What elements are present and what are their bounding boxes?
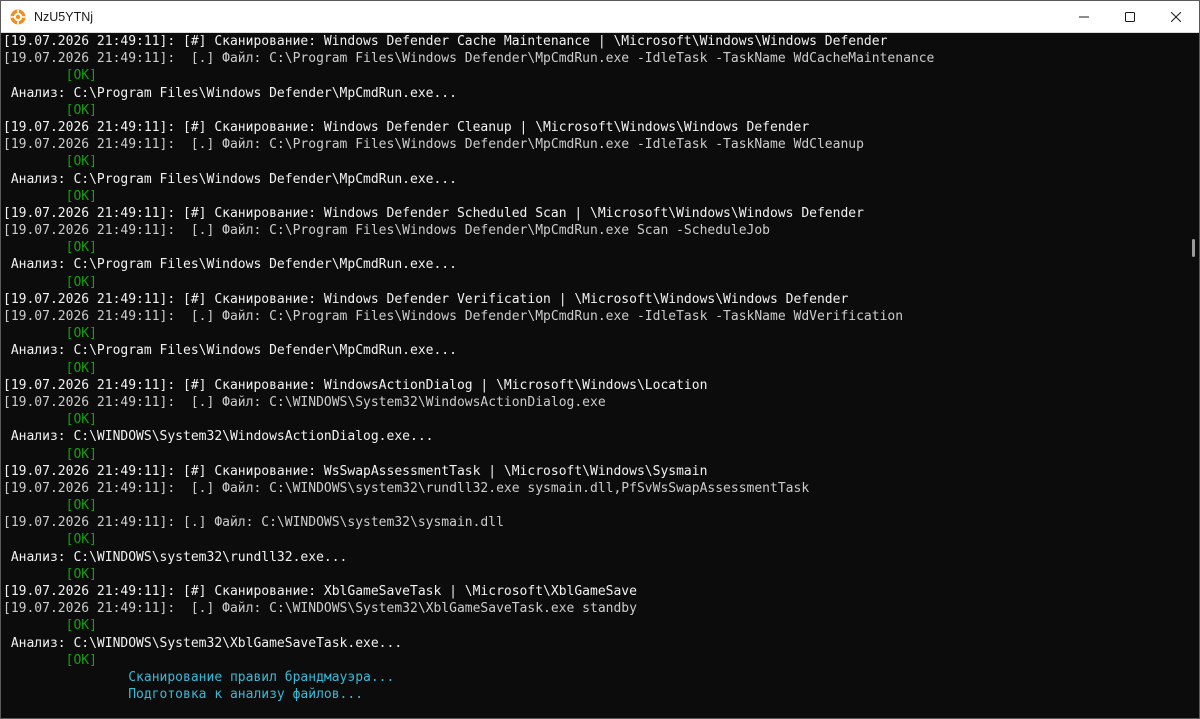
console-line: Сканирование правил брандмауэра... — [3, 669, 395, 685]
console-line: [OK] — [3, 532, 97, 548]
console-line: [19.07.2026 21:49:11]: [#] Сканирование:… — [3, 205, 864, 221]
maximize-icon — [1125, 11, 1135, 22]
console-line: [OK] — [3, 274, 97, 290]
console-line: Анализ: C:\WINDOWS\System32\XblGameSaveT… — [3, 635, 403, 651]
console-line: [OK] — [3, 498, 97, 514]
console-line: [19.07.2026 21:49:11]: [#] Сканирование:… — [3, 377, 708, 393]
console-line: [OK] — [3, 326, 97, 342]
console-line: [19.07.2026 21:49:11]: [#] Сканирование:… — [3, 119, 810, 135]
console-line: [19.07.2026 21:49:11]: [.] Файл: C:\WIND… — [3, 515, 504, 531]
console-line: [19.07.2026 21:49:11]: [.] Файл: C:\Prog… — [3, 51, 935, 67]
console-line: [19.07.2026 21:49:11]: [.] Файл: C:\WIND… — [3, 480, 810, 496]
console-line: [19.07.2026 21:49:11]: [.] Файл: C:\Prog… — [3, 309, 904, 324]
console-line: Анализ: C:\WINDOWS\System32\WindowsActio… — [3, 429, 434, 445]
console-line: [OK] — [3, 360, 97, 376]
console-output[interactable]: [19.07.2026 21:49:11]: [#] Сканирование:… — [3, 33, 1185, 718]
minimize-button[interactable] — [1061, 1, 1107, 32]
close-icon — [1171, 11, 1181, 22]
console-line: [OK] — [3, 102, 97, 118]
console-line: [19.07.2026 21:49:11]: [#] Сканирование:… — [3, 34, 888, 49]
console-line: [OK] — [3, 566, 97, 582]
console-line: Подготовка к анализу файлов... — [3, 687, 364, 703]
close-button[interactable] — [1153, 1, 1199, 32]
console-line: [OK] — [3, 68, 97, 84]
console-line: [19.07.2026 21:49:11]: [#] Сканирование:… — [3, 463, 708, 479]
scrollbar-thumb[interactable] — [1192, 239, 1195, 257]
console-line: [OK] — [3, 446, 97, 462]
console-line: Анализ: C:\Program Files\Windows Defende… — [3, 171, 457, 187]
console-line: Анализ: C:\Program Files\Windows Defende… — [3, 257, 457, 273]
console-window: NzU5YTNj [19.07.2026 21:49:11]: [#] Скан… — [0, 0, 1200, 719]
console-line: [19.07.2026 21:49:11]: [.] Файл: C:\WIND… — [3, 601, 637, 617]
vertical-scrollbar[interactable] — [1186, 33, 1199, 718]
console-line: [19.07.2026 21:49:11]: [.] Файл: C:\Prog… — [3, 223, 771, 239]
console-line: Анализ: C:\Program Files\Windows Defende… — [3, 85, 457, 101]
orange-gear-icon — [10, 9, 26, 25]
console-line: [19.07.2026 21:49:11]: [#] Сканирование:… — [3, 291, 849, 307]
console-line: Анализ: C:\Program Files\Windows Defende… — [3, 343, 457, 359]
minimize-icon — [1079, 12, 1089, 22]
title-bar[interactable]: NzU5YTNj — [1, 1, 1199, 33]
console-line: [OK] — [3, 188, 97, 204]
console-line: Анализ: C:\WINDOWS\system32\rundll32.exe… — [3, 549, 348, 565]
console-line: [OK] — [3, 652, 97, 668]
console-line: [OK] — [3, 154, 97, 170]
console-line: [OK] — [3, 240, 97, 256]
console-line: [19.07.2026 21:49:11]: [.] Файл: C:\Prog… — [3, 137, 864, 153]
window-title: NzU5YTNj — [34, 9, 94, 24]
console-line: [19.07.2026 21:49:11]: [#] Сканирование:… — [3, 584, 637, 599]
console-line: [19.07.2026 21:49:11]: [.] Файл: C:\WIND… — [3, 394, 606, 410]
console-line: [OK] — [3, 618, 97, 634]
console-line: [OK] — [3, 412, 97, 428]
maximize-button[interactable] — [1107, 1, 1153, 32]
